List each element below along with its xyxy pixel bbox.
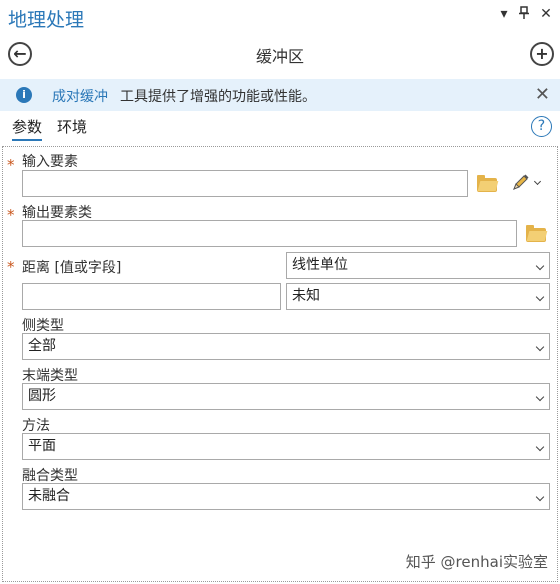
tool-navbar: 缓冲区 ← + [0, 34, 560, 74]
pane-titlebar: 地理处理 ▾ ✕ [0, 0, 560, 34]
side-type-label: 侧类型 [22, 318, 64, 334]
output-features-field[interactable] [22, 220, 517, 247]
dissolve-type-label: 融合类型 [22, 468, 78, 484]
pencil-icon-svg [513, 174, 529, 190]
input-features-field[interactable] [22, 170, 468, 197]
distance-label: 距离 [值或字段] [22, 260, 122, 276]
chevron-down-icon [535, 292, 545, 302]
distance-unit-select[interactable]: 未知 [286, 283, 550, 310]
chevron-down-icon [535, 442, 545, 452]
chevron-down-icon [535, 342, 545, 352]
chevron-down-icon [535, 261, 545, 271]
chevron-down-icon [535, 492, 545, 502]
required-marker: * [7, 258, 15, 276]
pairwise-buffer-link[interactable]: 成对缓冲 [52, 86, 108, 106]
side-type-value: 全部 [28, 338, 56, 354]
help-icon[interactable]: ? [531, 116, 552, 137]
add-button[interactable]: + [530, 42, 554, 66]
chevron-down-icon [535, 392, 545, 402]
browse-folder-icon[interactable] [526, 225, 546, 242]
tool-title: 缓冲区 [255, 47, 304, 66]
distance-type-select[interactable]: 线性单位 [286, 252, 550, 279]
required-marker: * [7, 206, 15, 224]
tab-parameters[interactable]: 参数 [12, 116, 43, 141]
method-select[interactable]: 平面 [22, 433, 550, 460]
pencil-icon[interactable] [510, 173, 530, 193]
info-message: 工具提供了增强的功能或性能。 [120, 89, 316, 105]
end-type-value: 圆形 [28, 388, 56, 404]
dissolve-type-select[interactable]: 未融合 [22, 483, 550, 510]
pane-options-dropdown-icon[interactable]: ▾ [496, 6, 512, 22]
dissolve-type-value: 未融合 [28, 488, 70, 504]
close-pane-icon[interactable]: ✕ [538, 6, 554, 22]
distance-type-value: 线性单位 [292, 257, 348, 273]
close-banner-icon[interactable]: ✕ [535, 84, 550, 105]
info-banner: i 成对缓冲 工具提供了增强的功能或性能。 ✕ [0, 79, 560, 111]
input-features-label: 输入要素 [22, 154, 78, 170]
end-type-label: 末端类型 [22, 368, 78, 384]
required-marker: * [7, 156, 15, 174]
info-icon: i [16, 87, 32, 103]
back-button[interactable]: ← [8, 42, 32, 66]
pane-title: 地理处理 [8, 9, 85, 31]
tabs-bar: 参数 环境 ? [0, 112, 560, 142]
pin-icon-svg [519, 6, 529, 19]
distance-value-field[interactable] [22, 283, 281, 310]
side-type-select[interactable]: 全部 [22, 333, 550, 360]
tab-environments[interactable]: 环境 [57, 116, 87, 137]
method-value: 平面 [28, 438, 56, 454]
browse-folder-icon[interactable] [477, 175, 497, 192]
watermark: 知乎 @renhai实验室 [405, 553, 548, 571]
end-type-select[interactable]: 圆形 [22, 383, 550, 410]
output-features-label: 输出要素类 [22, 205, 92, 221]
pin-icon[interactable] [516, 6, 532, 24]
distance-unit-value: 未知 [292, 288, 320, 304]
method-label: 方法 [22, 418, 50, 434]
